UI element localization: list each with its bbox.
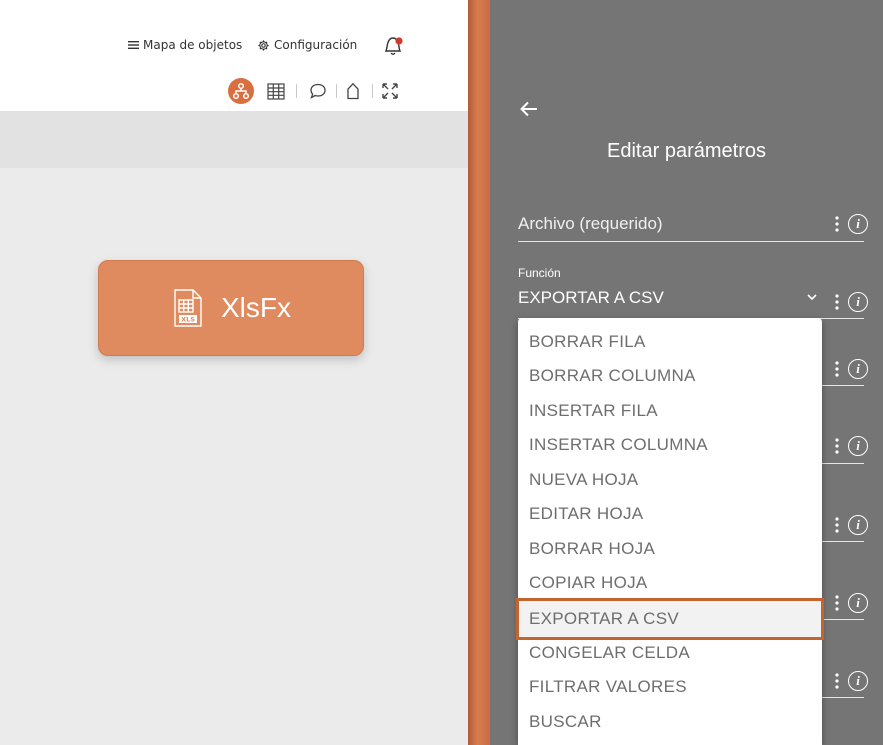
info-icon[interactable]: i bbox=[848, 515, 868, 535]
info-icon[interactable]: i bbox=[848, 593, 868, 613]
option-filtrar-valores[interactable]: FILTRAR VALORES bbox=[518, 670, 822, 704]
option-borrar-hoja[interactable]: BORRAR HOJA bbox=[518, 532, 822, 566]
option-exportar-a-csv-selected[interactable]: EXPORTAR A CSV bbox=[516, 598, 824, 640]
object-map-label: Mapa de objetos bbox=[143, 38, 243, 52]
fullscreen-icon bbox=[382, 83, 398, 99]
option-copiar-hoja[interactable]: COPIAR HOJA bbox=[518, 566, 822, 600]
flow-diagram-icon bbox=[232, 82, 250, 100]
svg-text:XLS: XLS bbox=[181, 316, 195, 324]
more-options-icon[interactable] bbox=[835, 361, 839, 377]
configuration-link[interactable]: Configuración bbox=[257, 38, 357, 52]
gear-icon bbox=[258, 39, 269, 51]
info-icon[interactable]: i bbox=[848, 214, 868, 234]
panel-title: Editar parámetros bbox=[607, 140, 766, 162]
more-options-icon[interactable] bbox=[835, 438, 839, 454]
bell-icon[interactable] bbox=[382, 34, 404, 58]
option-insertar-fila[interactable]: INSERTAR FILA bbox=[518, 394, 822, 428]
xlsfx-node[interactable]: XLS XlsFx bbox=[98, 260, 364, 356]
option-buscar[interactable]: BUSCAR bbox=[518, 705, 822, 739]
archivo-field[interactable]: Archivo (requerido) bbox=[518, 210, 864, 242]
info-icon[interactable]: i bbox=[848, 671, 868, 691]
object-map-link[interactable]: Mapa de objetos bbox=[128, 38, 242, 52]
more-options-icon[interactable] bbox=[835, 517, 839, 533]
hamburger-icon bbox=[128, 41, 139, 49]
workflow-canvas: Mapa de objetos Configuración XLS XlsFx bbox=[0, 0, 468, 745]
field-underline bbox=[822, 697, 864, 698]
option-borrar-columna[interactable]: BORRAR COLUMNA bbox=[518, 359, 822, 393]
info-icon[interactable]: i bbox=[848, 359, 868, 379]
tag-button[interactable] bbox=[340, 78, 366, 104]
chat-bubble-icon bbox=[310, 83, 326, 99]
node-label: XlsFx bbox=[221, 292, 291, 323]
option-borrar-fila[interactable]: BORRAR FILA bbox=[518, 325, 822, 359]
flow-view-button[interactable] bbox=[228, 78, 254, 104]
fullscreen-button[interactable] bbox=[377, 78, 403, 104]
option-editar-hoja[interactable]: EDITAR HOJA bbox=[518, 497, 822, 531]
info-icon[interactable]: i bbox=[848, 436, 868, 456]
more-options-icon[interactable] bbox=[835, 595, 839, 611]
more-options-icon[interactable] bbox=[835, 216, 839, 232]
top-bar: Mapa de objetos Configuración bbox=[0, 0, 468, 111]
tag-icon bbox=[347, 82, 359, 100]
sub-toolbar bbox=[0, 111, 468, 168]
option-insertar-columna[interactable]: INSERTAR COLUMNA bbox=[518, 428, 822, 462]
xls-file-icon: XLS bbox=[174, 289, 202, 327]
field-underline bbox=[822, 541, 864, 542]
field-underline bbox=[822, 619, 864, 620]
panel-divider bbox=[468, 0, 490, 745]
table-view-button[interactable] bbox=[263, 78, 289, 104]
field-underline bbox=[822, 463, 864, 464]
archivo-placeholder: Archivo (requerido) bbox=[518, 214, 663, 233]
info-icon[interactable]: i bbox=[848, 292, 868, 312]
option-nueva-hoja[interactable]: NUEVA HOJA bbox=[518, 463, 822, 497]
funcion-dropdown-menu: BORRAR FILA BORRAR COLUMNA INSERTAR FILA… bbox=[516, 318, 824, 745]
arrow-left-icon[interactable] bbox=[518, 98, 540, 120]
chevron-down-icon[interactable] bbox=[807, 293, 817, 301]
more-options-icon[interactable] bbox=[835, 673, 839, 689]
comments-button[interactable] bbox=[305, 78, 331, 104]
grid-icon bbox=[267, 82, 285, 100]
funcion-value: EXPORTAR A CSV bbox=[518, 288, 664, 307]
field-underline bbox=[822, 385, 864, 386]
configuration-label: Configuración bbox=[274, 38, 358, 52]
funcion-label: Función bbox=[518, 266, 561, 280]
more-options-icon[interactable] bbox=[835, 294, 839, 310]
option-congelar-celda[interactable]: CONGELAR CELDA bbox=[518, 636, 822, 670]
